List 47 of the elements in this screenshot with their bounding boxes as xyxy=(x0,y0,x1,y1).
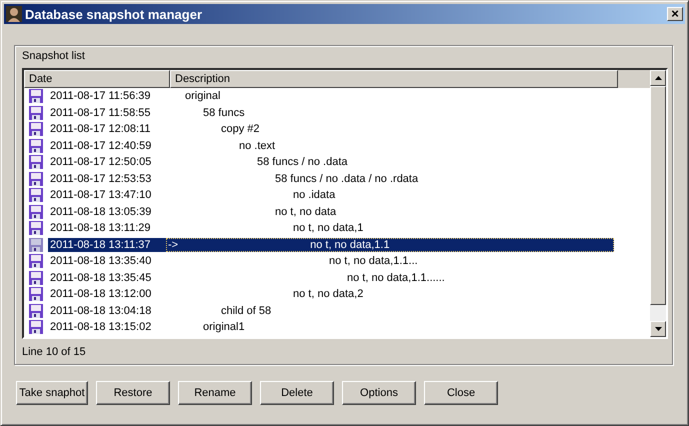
date-cell[interactable]: 2011-08-17 12:08:11 xyxy=(48,122,166,136)
date-cell[interactable]: 2011-08-18 13:35:40 xyxy=(48,254,166,268)
date-cell[interactable]: 2011-08-17 11:56:39 xyxy=(48,89,166,104)
description-cell[interactable]: no t, no data,1.1... xyxy=(166,254,614,268)
dialog-button[interactable]: Rename xyxy=(178,381,252,405)
scroll-thumb[interactable] xyxy=(650,86,666,305)
date-cell[interactable]: 2011-08-17 12:50:05 xyxy=(48,155,166,170)
person-silhouette-icon xyxy=(6,6,22,22)
date-cell[interactable]: 2011-08-18 13:11:29 xyxy=(48,221,166,236)
scrollbar[interactable] xyxy=(650,70,666,337)
description-cell[interactable]: no t, no data xyxy=(166,204,614,219)
description-cell[interactable]: no .idata xyxy=(166,188,614,202)
date-cell[interactable]: 2011-08-18 13:11:37 xyxy=(48,238,166,252)
description-cell[interactable]: 58 funcs xyxy=(166,106,614,120)
date-cell[interactable]: 2011-08-17 12:40:59 xyxy=(48,138,166,153)
description-cell[interactable]: no t, no data,1.1...... xyxy=(166,270,614,285)
date-cell[interactable]: 2011-08-17 13:47:10 xyxy=(48,188,166,202)
description-cell[interactable]: 58 funcs / no .data xyxy=(166,155,614,170)
close-button[interactable]: × xyxy=(667,7,683,21)
dialog-button[interactable]: Options xyxy=(342,381,416,405)
description-cell[interactable]: -> no t, no data,1.1 xyxy=(166,238,614,252)
description-cell[interactable]: original1 xyxy=(166,320,614,334)
column-header[interactable]: Description xyxy=(170,70,618,88)
dialog-button[interactable]: Restore xyxy=(96,381,170,405)
description-cell[interactable]: no .text xyxy=(166,138,614,153)
date-cell[interactable]: 2011-08-17 11:58:55 xyxy=(48,106,166,120)
dialog-button[interactable]: Close xyxy=(424,381,498,405)
scroll-down-icon[interactable] xyxy=(654,327,662,331)
description-cell[interactable]: 58 funcs / no .data / no .rdata xyxy=(166,172,614,186)
window-title: Database snapshot manager xyxy=(25,6,204,22)
date-cell[interactable]: 2011-08-18 13:05:39 xyxy=(48,204,166,219)
description-cell[interactable]: no t, no data,2 xyxy=(166,287,614,302)
description-cell[interactable]: copy #2 xyxy=(166,122,614,136)
dialog-button[interactable]: Delete xyxy=(260,381,334,405)
scroll-up-icon[interactable] xyxy=(654,76,662,80)
dialog-button[interactable]: Take snaphot xyxy=(16,381,88,405)
date-cell[interactable]: 2011-08-18 13:35:45 xyxy=(48,270,166,285)
date-cell[interactable]: 2011-08-17 12:53:53 xyxy=(48,172,166,186)
group-label: Snapshot list xyxy=(22,50,86,62)
column-header[interactable]: Date xyxy=(24,70,170,88)
description-cell[interactable]: no t, no data,1 xyxy=(166,221,614,236)
date-cell[interactable]: 2011-08-18 13:12:00 xyxy=(48,287,166,302)
status-text: Line 10 of 15 xyxy=(22,346,87,358)
date-cell[interactable]: 2011-08-18 13:15:02 xyxy=(48,320,166,334)
description-cell[interactable]: original xyxy=(166,89,614,104)
date-cell[interactable]: 2011-08-18 13:04:18 xyxy=(48,304,166,318)
description-cell[interactable]: child of 58 xyxy=(166,304,614,318)
